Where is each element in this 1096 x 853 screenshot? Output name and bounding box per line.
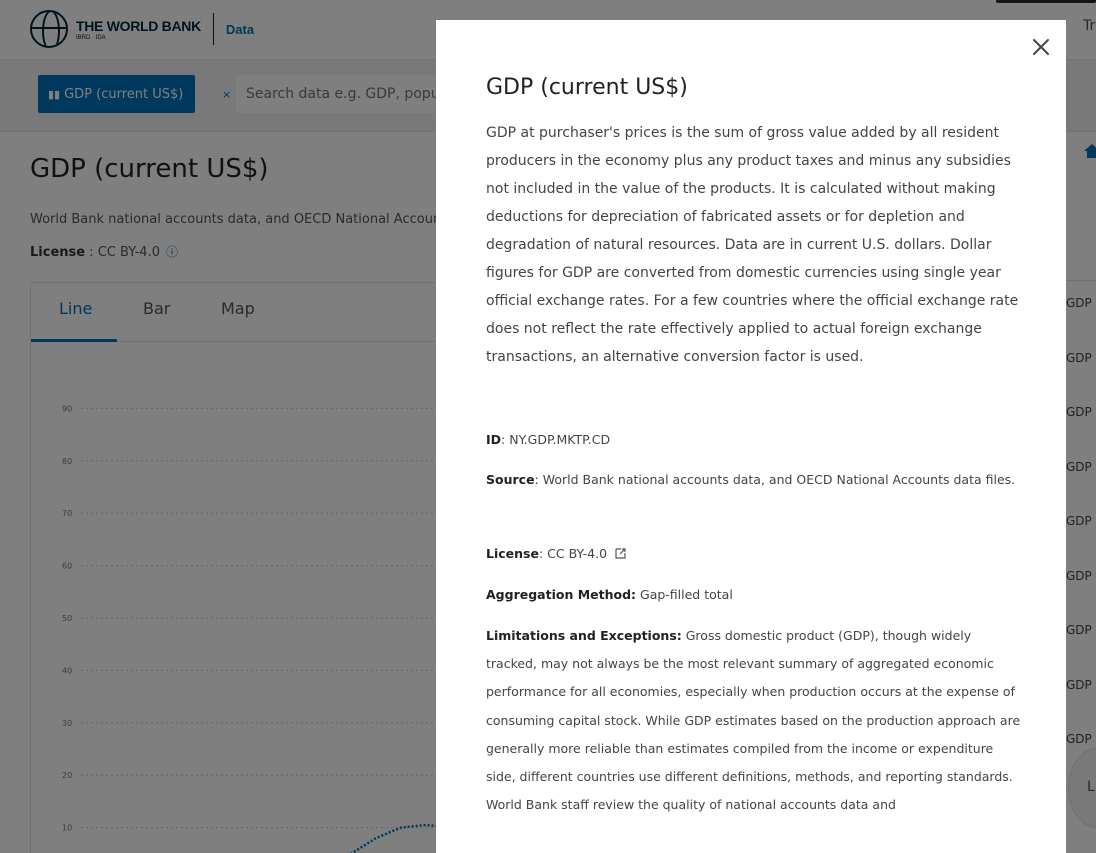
meta-limitations-value: Gross domestic product (GDP), though wid… <box>486 628 1021 813</box>
meta-limitations: Limitations and Exceptions: Gross domest… <box>486 622 1026 819</box>
modal-description: GDP at purchaser's prices is the sum of … <box>486 125 1019 365</box>
indicator-details-modal: GDP (current US$) GDP at purchaser's pri… <box>436 20 1066 853</box>
meta-license-label: License <box>486 546 539 561</box>
modal-title: GDP (current US$) <box>486 75 688 100</box>
meta-license: License: CC BY-4.0 <box>486 539 1026 568</box>
meta-source-label: Source <box>486 472 535 487</box>
meta-aggregation-label: Aggregation Method: <box>486 587 637 602</box>
meta-license-value: : CC BY-4.0 <box>538 546 608 561</box>
close-icon <box>1033 39 1049 55</box>
meta-limitations-label: Limitations and Exceptions: <box>486 628 682 643</box>
meta-id: ID: NY.GDP.MKTP.CD <box>486 425 1026 454</box>
meta-source: Source: World Bank national accounts dat… <box>486 465 1026 494</box>
meta-aggregation: Aggregation Method: Gap-filled total <box>486 580 1026 609</box>
meta-id-label: ID <box>486 432 502 447</box>
meta-id-value: : NY.GDP.MKTP.CD <box>501 432 611 447</box>
meta-aggregation-value: Gap-filled total <box>636 587 733 602</box>
close-button[interactable] <box>1026 32 1056 62</box>
external-link-icon[interactable] <box>615 548 626 559</box>
meta-source-value: : World Bank national accounts data, and… <box>534 472 1016 487</box>
